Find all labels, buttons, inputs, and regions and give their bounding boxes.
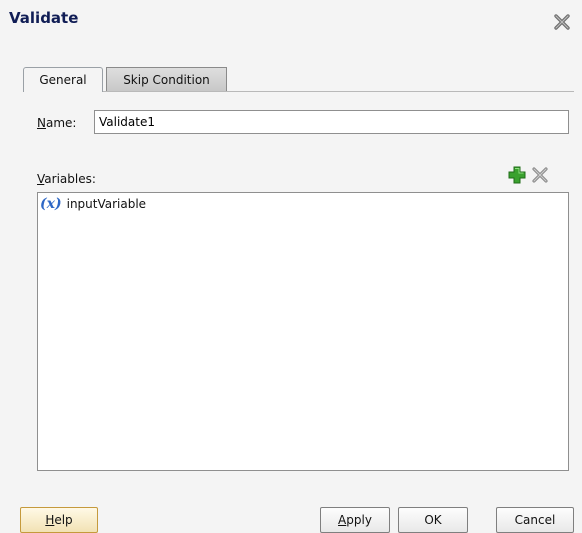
name-input[interactable] — [94, 110, 569, 134]
variable-icon: (x) — [40, 196, 62, 212]
tab-general[interactable]: General — [23, 67, 103, 92]
tab-general-label: General — [39, 73, 87, 87]
dialog-title: Validate — [9, 9, 79, 27]
close-icon[interactable] — [552, 12, 572, 32]
variables-label: Variables: — [37, 172, 96, 186]
help-button[interactable]: Help — [20, 507, 98, 533]
name-label: Name: — [37, 116, 76, 130]
name-label-text: ame: — [45, 116, 77, 130]
apply-mnemonic: A — [338, 513, 347, 527]
tab-skip-condition-label: Skip Condition — [123, 72, 210, 87]
remove-variable-icon[interactable] — [531, 166, 549, 184]
add-variable-icon[interactable] — [507, 165, 527, 185]
help-label: elp — [54, 513, 73, 527]
cancel-button[interactable]: Cancel — [496, 507, 574, 533]
cancel-label: Cancel — [514, 513, 556, 527]
variable-name: inputVariable — [66, 197, 147, 211]
tab-divider — [23, 91, 574, 92]
validate-dialog: Validate General Skip Condition Name: Va… — [0, 0, 582, 533]
apply-label: pply — [346, 513, 372, 527]
variables-list[interactable]: (x) inputVariable — [37, 192, 569, 471]
list-item[interactable]: (x) inputVariable — [40, 196, 146, 212]
help-mnemonic: H — [45, 513, 55, 527]
apply-button[interactable]: Apply — [320, 507, 390, 533]
ok-button[interactable]: OK — [398, 507, 468, 533]
name-label-mnemonic: N — [37, 116, 46, 130]
variables-label-text: ariables: — [44, 172, 96, 186]
ok-label: OK — [424, 513, 442, 527]
tab-skip-condition[interactable]: Skip Condition — [106, 67, 227, 92]
